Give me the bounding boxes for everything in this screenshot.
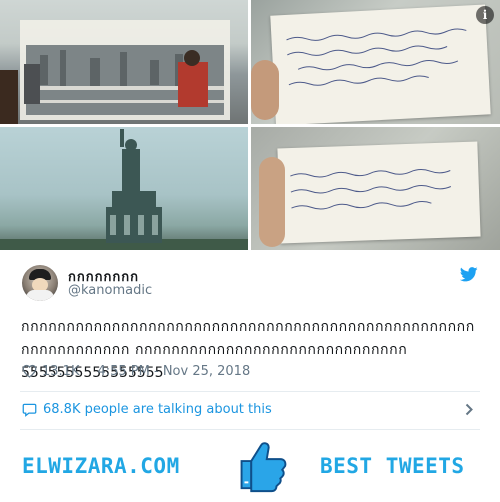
heart-icon[interactable] [22,364,37,378]
tweet-text-main: กกกกกกกกกกกกกกกกกกกกกกกกกกกกกกกกกกกกกกกก… [21,319,475,358]
info-icon[interactable]: i [476,6,494,24]
hand-holding-note [251,60,279,120]
thumbs-up-icon [240,442,287,493]
like-count[interactable]: 13.1K [42,364,79,379]
chevron-right-icon[interactable] [465,403,474,416]
photo-handwritten-note-1[interactable]: i [251,0,500,124]
hand-holding-note [259,157,285,247]
photo-statue-of-liberty[interactable] [0,127,248,250]
speech-bubble-icon [22,403,37,417]
photo-city-skyline-art [0,20,230,124]
handwriting-scribbles [290,169,452,210]
divider [20,429,480,430]
avatar[interactable] [22,265,58,301]
conversation-link[interactable]: 68.8K people are talking about this [22,402,272,417]
handwriting-scribbles [286,28,467,86]
tweet-meta: 13.1K 4:55 PM - Nov 25, 2018 [22,362,250,380]
photo-statue-of-liberty-art [0,129,248,250]
photo-handwritten-note-2[interactable] [251,127,500,250]
embedded-tweet-card: i กกกกกกกก @kanomadic กกกกกกกกกกกกกกกกกก… [0,0,500,430]
photo-city-skyline[interactable] [0,0,248,124]
handwritten-note [270,4,491,124]
banner-site-name[interactable]: ELWIZARA.COM [22,454,180,478]
user-handle[interactable]: @kanomadic [68,283,152,298]
twitter-bird-icon[interactable] [460,267,478,282]
handwritten-note [277,141,481,244]
photo-grid: i [0,0,500,250]
divider [20,391,480,392]
banner-best-tweets: BEST TWEETS [320,454,465,478]
talking-count[interactable]: 68.8K people are talking about this [43,402,272,417]
avatar-body [26,290,54,301]
tweet-timestamp[interactable]: 4:55 PM - Nov 25, 2018 [97,364,250,379]
